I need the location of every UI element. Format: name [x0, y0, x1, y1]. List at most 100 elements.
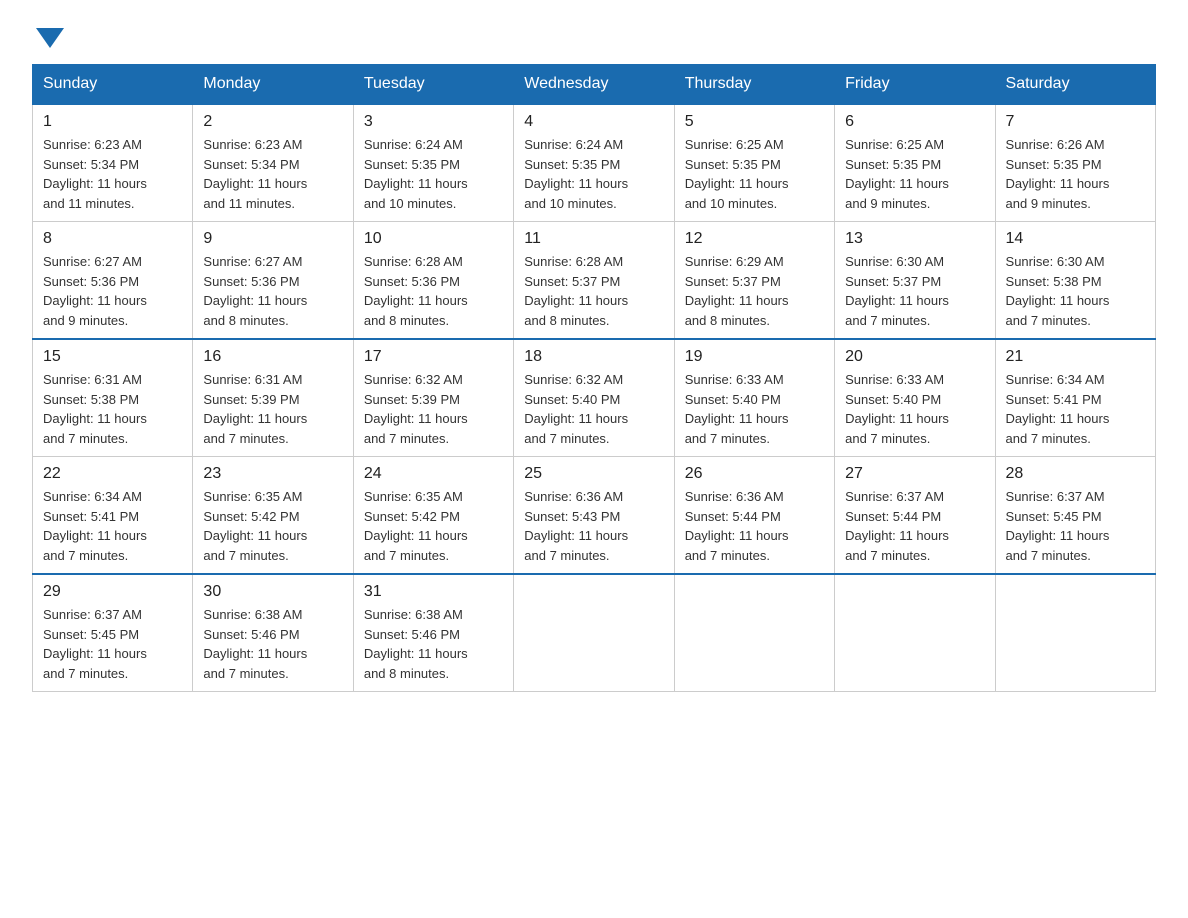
day-info: Sunrise: 6:26 AMSunset: 5:35 PMDaylight:… — [1006, 135, 1145, 213]
day-number: 8 — [43, 230, 182, 248]
day-number: 11 — [524, 230, 663, 248]
day-info: Sunrise: 6:32 AMSunset: 5:40 PMDaylight:… — [524, 370, 663, 448]
header-sunday: Sunday — [33, 65, 193, 105]
logo — [32, 24, 64, 48]
day-info: Sunrise: 6:37 AMSunset: 5:45 PMDaylight:… — [1006, 487, 1145, 565]
header-tuesday: Tuesday — [353, 65, 513, 105]
day-number: 16 — [203, 348, 342, 366]
day-info: Sunrise: 6:34 AMSunset: 5:41 PMDaylight:… — [1006, 370, 1145, 448]
day-number: 13 — [845, 230, 984, 248]
calendar-cell: 14 Sunrise: 6:30 AMSunset: 5:38 PMDaylig… — [995, 222, 1155, 340]
day-info: Sunrise: 6:25 AMSunset: 5:35 PMDaylight:… — [685, 135, 824, 213]
day-number: 29 — [43, 583, 182, 601]
header-saturday: Saturday — [995, 65, 1155, 105]
day-number: 19 — [685, 348, 824, 366]
day-info: Sunrise: 6:35 AMSunset: 5:42 PMDaylight:… — [203, 487, 342, 565]
calendar-cell: 30 Sunrise: 6:38 AMSunset: 5:46 PMDaylig… — [193, 574, 353, 692]
day-number: 1 — [43, 113, 182, 131]
calendar-cell: 4 Sunrise: 6:24 AMSunset: 5:35 PMDayligh… — [514, 104, 674, 222]
day-info: Sunrise: 6:24 AMSunset: 5:35 PMDaylight:… — [364, 135, 503, 213]
calendar-cell: 31 Sunrise: 6:38 AMSunset: 5:46 PMDaylig… — [353, 574, 513, 692]
day-info: Sunrise: 6:38 AMSunset: 5:46 PMDaylight:… — [203, 605, 342, 683]
calendar-cell: 27 Sunrise: 6:37 AMSunset: 5:44 PMDaylig… — [835, 457, 995, 575]
header-wednesday: Wednesday — [514, 65, 674, 105]
day-number: 3 — [364, 113, 503, 131]
day-info: Sunrise: 6:36 AMSunset: 5:44 PMDaylight:… — [685, 487, 824, 565]
day-info: Sunrise: 6:34 AMSunset: 5:41 PMDaylight:… — [43, 487, 182, 565]
day-number: 24 — [364, 465, 503, 483]
header-monday: Monday — [193, 65, 353, 105]
calendar-cell: 21 Sunrise: 6:34 AMSunset: 5:41 PMDaylig… — [995, 339, 1155, 457]
day-info: Sunrise: 6:28 AMSunset: 5:37 PMDaylight:… — [524, 252, 663, 330]
day-number: 17 — [364, 348, 503, 366]
day-info: Sunrise: 6:37 AMSunset: 5:45 PMDaylight:… — [43, 605, 182, 683]
day-info: Sunrise: 6:27 AMSunset: 5:36 PMDaylight:… — [43, 252, 182, 330]
calendar-table: SundayMondayTuesdayWednesdayThursdayFrid… — [32, 64, 1156, 692]
calendar-cell: 22 Sunrise: 6:34 AMSunset: 5:41 PMDaylig… — [33, 457, 193, 575]
day-number: 6 — [845, 113, 984, 131]
day-number: 31 — [364, 583, 503, 601]
calendar-cell: 9 Sunrise: 6:27 AMSunset: 5:36 PMDayligh… — [193, 222, 353, 340]
day-number: 10 — [364, 230, 503, 248]
day-number: 7 — [1006, 113, 1145, 131]
day-number: 18 — [524, 348, 663, 366]
calendar-cell: 29 Sunrise: 6:37 AMSunset: 5:45 PMDaylig… — [33, 574, 193, 692]
week-row-2: 8 Sunrise: 6:27 AMSunset: 5:36 PMDayligh… — [33, 222, 1156, 340]
day-number: 2 — [203, 113, 342, 131]
header-friday: Friday — [835, 65, 995, 105]
day-number: 28 — [1006, 465, 1145, 483]
calendar-cell: 6 Sunrise: 6:25 AMSunset: 5:35 PMDayligh… — [835, 104, 995, 222]
day-info: Sunrise: 6:31 AMSunset: 5:39 PMDaylight:… — [203, 370, 342, 448]
day-info: Sunrise: 6:28 AMSunset: 5:36 PMDaylight:… — [364, 252, 503, 330]
calendar-cell: 5 Sunrise: 6:25 AMSunset: 5:35 PMDayligh… — [674, 104, 834, 222]
day-number: 26 — [685, 465, 824, 483]
day-number: 25 — [524, 465, 663, 483]
calendar-cell: 10 Sunrise: 6:28 AMSunset: 5:36 PMDaylig… — [353, 222, 513, 340]
day-info: Sunrise: 6:23 AMSunset: 5:34 PMDaylight:… — [43, 135, 182, 213]
calendar-cell — [674, 574, 834, 692]
day-info: Sunrise: 6:25 AMSunset: 5:35 PMDaylight:… — [845, 135, 984, 213]
calendar-cell: 2 Sunrise: 6:23 AMSunset: 5:34 PMDayligh… — [193, 104, 353, 222]
calendar-cell: 11 Sunrise: 6:28 AMSunset: 5:37 PMDaylig… — [514, 222, 674, 340]
day-info: Sunrise: 6:33 AMSunset: 5:40 PMDaylight:… — [845, 370, 984, 448]
day-number: 23 — [203, 465, 342, 483]
calendar-cell: 15 Sunrise: 6:31 AMSunset: 5:38 PMDaylig… — [33, 339, 193, 457]
day-info: Sunrise: 6:37 AMSunset: 5:44 PMDaylight:… — [845, 487, 984, 565]
day-info: Sunrise: 6:23 AMSunset: 5:34 PMDaylight:… — [203, 135, 342, 213]
day-info: Sunrise: 6:33 AMSunset: 5:40 PMDaylight:… — [685, 370, 824, 448]
week-row-3: 15 Sunrise: 6:31 AMSunset: 5:38 PMDaylig… — [33, 339, 1156, 457]
calendar-cell: 7 Sunrise: 6:26 AMSunset: 5:35 PMDayligh… — [995, 104, 1155, 222]
calendar-cell: 28 Sunrise: 6:37 AMSunset: 5:45 PMDaylig… — [995, 457, 1155, 575]
calendar-cell: 13 Sunrise: 6:30 AMSunset: 5:37 PMDaylig… — [835, 222, 995, 340]
page-header — [32, 24, 1156, 48]
header-thursday: Thursday — [674, 65, 834, 105]
day-info: Sunrise: 6:29 AMSunset: 5:37 PMDaylight:… — [685, 252, 824, 330]
day-info: Sunrise: 6:30 AMSunset: 5:37 PMDaylight:… — [845, 252, 984, 330]
day-number: 15 — [43, 348, 182, 366]
logo-triangle-icon — [36, 28, 64, 48]
day-number: 30 — [203, 583, 342, 601]
day-number: 9 — [203, 230, 342, 248]
calendar-cell: 12 Sunrise: 6:29 AMSunset: 5:37 PMDaylig… — [674, 222, 834, 340]
day-number: 14 — [1006, 230, 1145, 248]
day-info: Sunrise: 6:30 AMSunset: 5:38 PMDaylight:… — [1006, 252, 1145, 330]
calendar-cell: 19 Sunrise: 6:33 AMSunset: 5:40 PMDaylig… — [674, 339, 834, 457]
day-number: 20 — [845, 348, 984, 366]
day-info: Sunrise: 6:36 AMSunset: 5:43 PMDaylight:… — [524, 487, 663, 565]
calendar-cell: 24 Sunrise: 6:35 AMSunset: 5:42 PMDaylig… — [353, 457, 513, 575]
day-number: 22 — [43, 465, 182, 483]
day-info: Sunrise: 6:27 AMSunset: 5:36 PMDaylight:… — [203, 252, 342, 330]
calendar-cell — [835, 574, 995, 692]
day-info: Sunrise: 6:24 AMSunset: 5:35 PMDaylight:… — [524, 135, 663, 213]
day-info: Sunrise: 6:38 AMSunset: 5:46 PMDaylight:… — [364, 605, 503, 683]
day-info: Sunrise: 6:31 AMSunset: 5:38 PMDaylight:… — [43, 370, 182, 448]
day-info: Sunrise: 6:35 AMSunset: 5:42 PMDaylight:… — [364, 487, 503, 565]
calendar-cell: 20 Sunrise: 6:33 AMSunset: 5:40 PMDaylig… — [835, 339, 995, 457]
calendar-cell: 3 Sunrise: 6:24 AMSunset: 5:35 PMDayligh… — [353, 104, 513, 222]
calendar-cell: 16 Sunrise: 6:31 AMSunset: 5:39 PMDaylig… — [193, 339, 353, 457]
day-number: 12 — [685, 230, 824, 248]
day-number: 27 — [845, 465, 984, 483]
day-number: 21 — [1006, 348, 1145, 366]
week-row-5: 29 Sunrise: 6:37 AMSunset: 5:45 PMDaylig… — [33, 574, 1156, 692]
calendar-cell: 25 Sunrise: 6:36 AMSunset: 5:43 PMDaylig… — [514, 457, 674, 575]
